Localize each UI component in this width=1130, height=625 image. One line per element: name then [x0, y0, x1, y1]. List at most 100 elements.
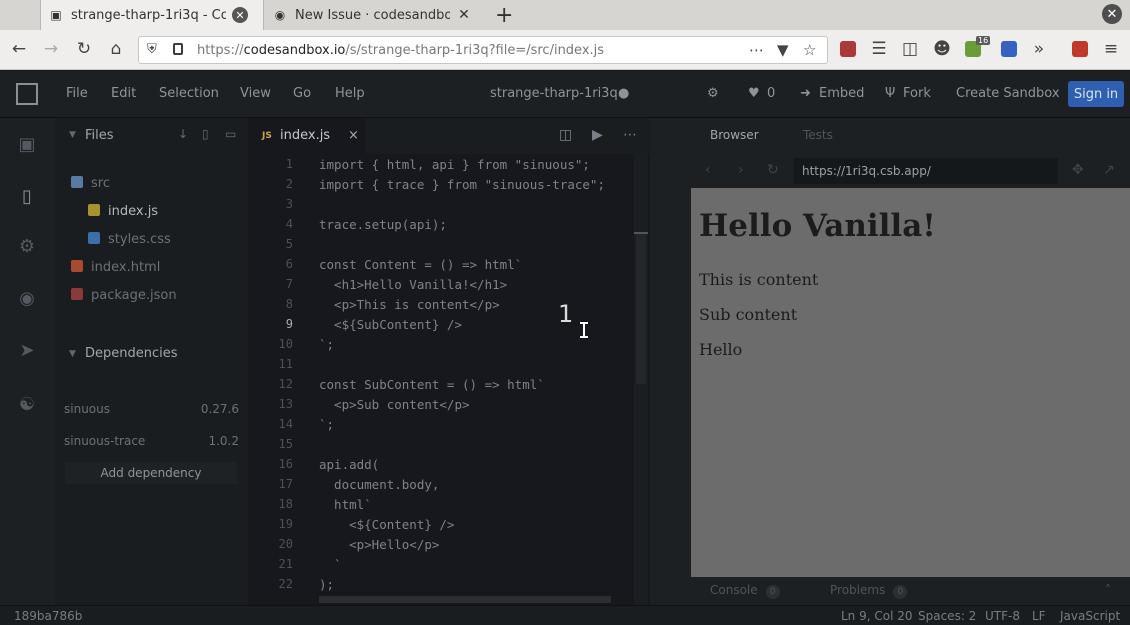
browser-tab-codesandbox[interactable]: ▣ strange-tharp-1ri3q - CodeSandbox ✕: [40, 0, 264, 30]
language-mode[interactable]: JavaScript: [1060, 609, 1120, 623]
hamburger-menu-icon[interactable]: ≡: [1100, 39, 1122, 59]
file-index-html[interactable]: index.html: [71, 260, 160, 275]
menu-file[interactable]: File: [66, 86, 88, 101]
code-line[interactable]: import { trace } from "sinuous-trace";: [319, 177, 605, 192]
split-editor-icon[interactable]: ◫: [559, 127, 572, 143]
tracking-shield-icon[interactable]: ⛨: [147, 42, 157, 57]
indentation[interactable]: Spaces: 2: [918, 609, 976, 623]
code-line[interactable]: );: [319, 577, 334, 592]
close-tab-icon[interactable]: ✕: [456, 7, 472, 23]
console-tab[interactable]: Console 0: [710, 583, 780, 599]
file-index-js[interactable]: index.js: [88, 204, 158, 219]
editor-vertical-scrollbar[interactable]: [634, 154, 648, 605]
dependency-row[interactable]: sinuous 0.27.6: [64, 402, 239, 416]
tab-tests[interactable]: Tests: [803, 128, 833, 142]
create-sandbox-button[interactable]: Create Sandbox: [956, 86, 1060, 101]
line-ending[interactable]: LF: [1032, 609, 1046, 623]
file-package-json[interactable]: package.json: [71, 288, 177, 303]
editor-tab-index-js[interactable]: JS index.js ×: [248, 118, 366, 154]
code-line[interactable]: document.body,: [319, 477, 439, 492]
chevron-down-icon[interactable]: ▼: [69, 349, 76, 359]
browser-tab-new-issue[interactable]: ◉ New Issue · codesandbox/codesandbox-cl…: [265, 0, 489, 30]
github-icon[interactable]: ◉: [17, 288, 37, 309]
panel-divider[interactable]: [650, 118, 691, 605]
url-bar[interactable]: ⛨ https://codesandbox.io/s/strange-tharp…: [138, 36, 828, 64]
file-styles-css[interactable]: styles.css: [88, 232, 171, 247]
scrollbar-thumb[interactable]: [636, 234, 646, 384]
code-line[interactable]: <${SubContent} />: [319, 317, 462, 332]
responsive-icon[interactable]: ✥: [1072, 162, 1084, 178]
bitwarden-icon[interactable]: [1001, 41, 1017, 57]
url-text[interactable]: https://codesandbox.io/s/strange-tharp-1…: [197, 43, 604, 58]
preview-back-icon[interactable]: ‹: [705, 162, 711, 178]
more-actions-icon[interactable]: ⋯: [623, 127, 637, 143]
preview-refresh-icon[interactable]: ↻: [767, 162, 779, 178]
menu-go[interactable]: Go: [293, 86, 311, 101]
fork-button[interactable]: Fork: [903, 86, 931, 101]
chevron-down-icon[interactable]: ▼: [69, 130, 76, 140]
library-icon[interactable]: ☰: [868, 39, 890, 59]
code-line[interactable]: `;: [319, 337, 334, 352]
extension-icon[interactable]: [840, 41, 856, 57]
sign-in-button[interactable]: Sign in: [1068, 81, 1124, 107]
menu-selection[interactable]: Selection: [159, 86, 219, 101]
chevron-up-icon[interactable]: ˄: [1105, 583, 1111, 597]
deploy-rocket-icon[interactable]: ➤: [17, 340, 37, 361]
page-actions-icon[interactable]: ⋯: [749, 41, 764, 59]
open-new-window-icon[interactable]: ↗: [1103, 162, 1115, 178]
codesandbox-logo-icon[interactable]: [16, 83, 38, 105]
gift-icon[interactable]: [1072, 41, 1088, 57]
overflow-menu-icon[interactable]: »: [1028, 39, 1050, 59]
dependency-row[interactable]: sinuous-trace 1.0.2: [64, 434, 239, 448]
encoding[interactable]: UTF-8: [985, 609, 1020, 623]
back-icon[interactable]: ←: [8, 39, 30, 59]
live-users-icon[interactable]: ☯: [17, 394, 37, 415]
settings-gear-icon[interactable]: ⚙: [707, 86, 719, 101]
code-line[interactable]: api.add(: [319, 457, 379, 472]
code-line[interactable]: <p>This is content</p>: [319, 297, 500, 312]
heart-icon[interactable]: ♥: [748, 86, 760, 101]
home-icon[interactable]: ⌂: [105, 39, 127, 59]
lock-icon[interactable]: [173, 43, 183, 55]
download-icon[interactable]: ↓: [178, 127, 188, 141]
menu-help[interactable]: Help: [335, 86, 365, 101]
preview-forward-icon[interactable]: ›: [738, 162, 744, 178]
menu-edit[interactable]: Edit: [111, 86, 136, 101]
open-preview-icon[interactable]: ▶: [592, 127, 603, 143]
code-line[interactable]: import { html, api } from "sinuous";: [319, 157, 590, 172]
code-line[interactable]: `: [319, 557, 342, 572]
code-editor[interactable]: 1 2 3 4 5 6 7 8 9 10 11 12 13 14 15 16 17 18 19 20 21 22 impo…: [248, 154, 650, 605]
bookmark-star-icon[interactable]: ☆: [803, 41, 816, 59]
sandbox-info-icon[interactable]: ▣: [17, 134, 37, 155]
cursor-position[interactable]: Ln 9, Col 20: [841, 609, 913, 623]
close-tab-icon[interactable]: ✕: [232, 7, 248, 23]
files-header[interactable]: ▼ Files ↓ ▯ ▭: [55, 118, 248, 154]
new-tab-icon[interactable]: +: [495, 3, 513, 28]
preview-viewport[interactable]: Hello Vanilla! This is content Sub conte…: [691, 188, 1130, 577]
code-line[interactable]: <${Content} />: [319, 517, 454, 532]
tab-browser[interactable]: Browser: [710, 128, 759, 142]
sidebar-icon[interactable]: ◫: [899, 39, 921, 59]
add-dependency-button[interactable]: Add dependency: [65, 462, 237, 484]
menu-view[interactable]: View: [240, 86, 271, 101]
preview-url-input[interactable]: https://1ri3q.csb.app/: [794, 158, 1058, 184]
code-line[interactable]: <p>Hello</p>: [319, 537, 439, 552]
editor-horizontal-scrollbar[interactable]: [319, 596, 611, 603]
code-line[interactable]: `;: [319, 417, 334, 432]
code-line[interactable]: const SubContent = () => html`: [319, 377, 545, 392]
new-file-icon[interactable]: ▯: [202, 127, 209, 141]
window-close-icon[interactable]: ✕: [1102, 4, 1122, 24]
account-icon[interactable]: ☻: [931, 39, 953, 59]
embed-button[interactable]: Embed: [819, 86, 864, 101]
reload-icon[interactable]: ↻: [73, 39, 95, 59]
code-line[interactable]: <h1>Hello Vanilla!</h1>: [319, 277, 507, 292]
pocket-icon[interactable]: ▼: [777, 41, 789, 59]
code-line[interactable]: <p>Sub content</p>: [319, 397, 469, 412]
settings-icon[interactable]: ⚙: [17, 236, 37, 257]
code-line[interactable]: const Content = () => html`: [319, 257, 522, 272]
sandbox-title[interactable]: strange-tharp-1ri3q: [490, 86, 618, 101]
folder-src[interactable]: src: [71, 176, 110, 191]
forward-icon[interactable]: →: [40, 39, 62, 59]
code-line[interactable]: trace.setup(api);: [319, 217, 447, 232]
new-folder-icon[interactable]: ▭: [225, 127, 236, 141]
